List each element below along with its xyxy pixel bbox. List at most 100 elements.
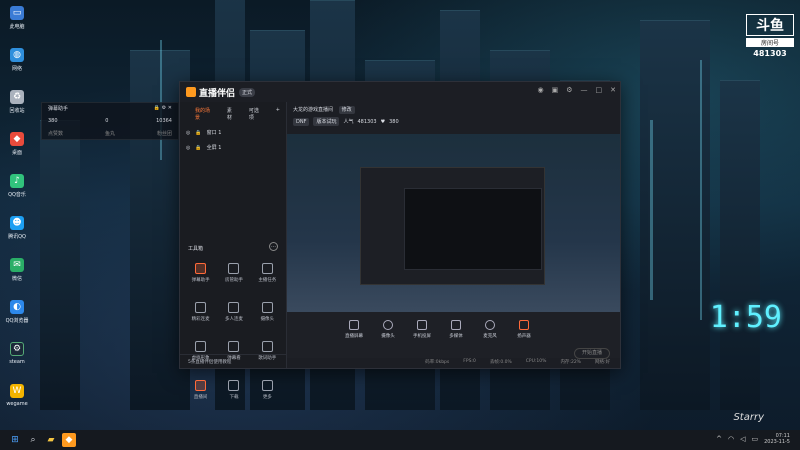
tool-camera[interactable]: 摄像头 xyxy=(251,299,284,333)
scene-item-window[interactable]: ◎ 🔒 窗口 1 xyxy=(180,125,286,140)
control-screen[interactable]: 直播屏幕 xyxy=(342,320,366,358)
control-camera[interactable]: 摄像头 xyxy=(376,320,400,358)
lock-icon[interactable]: 🔒 xyxy=(195,145,201,151)
desktop-icon-wegame[interactable]: W wegame xyxy=(4,382,30,420)
toolbox-title: 工具箱 xyxy=(188,246,204,252)
group-icon xyxy=(228,302,240,313)
desktop-icon-qqbrowser[interactable]: ◐ QQ浏览器 xyxy=(4,298,30,336)
tutorial-link[interactable]: 5条直播伴侣使用教程 xyxy=(180,354,286,368)
room-info: 大龙的游戏直播间 修改 DNF 版本试玩 人气 481303 ♥ 380 xyxy=(287,102,620,134)
media-icon xyxy=(451,320,461,330)
toolbox-grid: 弹幕助手 房管助手 主播任务 精彩连麦 多人连麦 摄像头 虚拟形象 弹幕看 歌词… xyxy=(184,260,284,411)
stat-fans: 10364 xyxy=(156,118,172,124)
computer-icon: ▭ xyxy=(10,6,24,20)
tab-options[interactable]: 可选项 xyxy=(249,107,264,121)
maximize-icon[interactable]: □ xyxy=(596,86,603,94)
room-icon xyxy=(195,380,207,391)
wifi-icon[interactable]: ◠ xyxy=(728,435,734,443)
category-tag[interactable]: DNF xyxy=(293,117,310,126)
avatar[interactable]: ◉ xyxy=(537,86,543,94)
desktop-icon-steam[interactable]: ⚙ steam xyxy=(4,340,30,378)
desktop-icon: ◆ xyxy=(10,132,24,146)
qq-browser-icon: ◐ xyxy=(10,300,24,314)
tool-download[interactable]: 下载 xyxy=(217,377,250,411)
room-title: 大龙的游戏直播间 xyxy=(293,107,334,113)
network-icon: ◍ xyxy=(10,48,24,62)
danmu-panel-controls[interactable]: 🔒 ⚙ ✕ xyxy=(154,105,172,111)
window-titlebar[interactable]: 直播伴侣 正式 ◉ ▣ ⚙ — □ ✕ xyxy=(180,82,620,102)
app-logo: 直播伴侣 xyxy=(186,86,235,99)
camera-icon xyxy=(383,320,393,330)
close-icon[interactable]: ✕ xyxy=(610,86,616,94)
tab-scenes[interactable]: 我的场景 xyxy=(195,107,215,121)
nested-preview-window xyxy=(360,167,545,285)
live-companion-taskbar-icon[interactable]: ◆ xyxy=(62,433,76,447)
tool-multi-link[interactable]: 多人连麦 xyxy=(217,299,250,333)
eye-icon[interactable]: ◎ xyxy=(186,145,190,151)
eye-icon[interactable]: ◎ xyxy=(186,130,190,136)
danmu-assistant-panel[interactable]: 弹幕助手 🔒 ⚙ ✕ 380 0 10364 点赞数 鱼丸 粉丝团 xyxy=(41,102,179,140)
speaker-icon xyxy=(519,320,529,330)
label-yuwan: 鱼丸 xyxy=(104,131,115,137)
wechat-icon: ✉ xyxy=(10,258,24,272)
volume-icon[interactable]: ◁ xyxy=(740,435,745,443)
lock-icon[interactable]: 🔒 xyxy=(195,130,201,136)
file-explorer-icon[interactable]: ▰ xyxy=(44,433,58,447)
battery-icon[interactable]: ▭ xyxy=(751,435,758,443)
control-media[interactable]: 多媒体 xyxy=(444,320,468,358)
tool-tasks[interactable]: 主播任务 xyxy=(251,260,284,294)
gift-icon[interactable]: ▣ xyxy=(552,86,559,94)
control-phone-cast[interactable]: 手机投屏 xyxy=(410,320,434,358)
edit-title-button[interactable]: 修改 xyxy=(338,106,355,114)
phone-cast-icon xyxy=(417,320,427,330)
desktop-icon-network[interactable]: ◍ 网络 xyxy=(4,46,30,84)
taskbar-clock[interactable]: 07:11 2023-11-5 xyxy=(764,433,790,445)
control-speaker[interactable]: 扬声器 xyxy=(512,320,536,358)
tab-assets[interactable]: 素材 xyxy=(227,107,237,121)
tool-room[interactable]: 直播间 xyxy=(184,377,217,411)
more-icon[interactable]: … xyxy=(269,242,278,251)
settings-icon[interactable]: ⚙ xyxy=(566,86,572,94)
add-scene-icon[interactable]: + xyxy=(276,107,280,121)
camera-icon xyxy=(261,302,273,313)
microphone-icon xyxy=(485,320,495,330)
tool-more[interactable]: 更多 xyxy=(251,377,284,411)
desktop-icon-wechat[interactable]: ✉ 微信 xyxy=(4,256,30,294)
calendar-icon xyxy=(228,341,240,352)
desktop-icon-computer[interactable]: ▭ 此电脑 xyxy=(4,4,30,42)
desktop-icon-qqmusic[interactable]: ♪ QQ音乐 xyxy=(4,172,30,210)
search-icon[interactable]: ⌕ xyxy=(26,433,40,447)
wegame-icon: W xyxy=(10,384,24,398)
right-panel: 大龙的游戏直播间 修改 DNF 版本试玩 人气 481303 ♥ 380 直播屏… xyxy=(287,102,620,368)
download-icon xyxy=(228,380,240,391)
status-bar: 码率:0kbps FPS:0 丢帧:0.0% CPU:10% 内存:22% 网络… xyxy=(425,359,610,365)
desktop-icons: ▭ 此电脑 ◍ 网络 ♻ 回收站 ◆ 桌面 ♪ QQ音乐 ☻ 腾讯QQ ✉ 微信… xyxy=(4,4,30,424)
tool-room-manager[interactable]: 房管助手 xyxy=(217,260,250,294)
desktop-icon-qq[interactable]: ☻ 腾讯QQ xyxy=(4,214,30,252)
steam-icon: ⚙ xyxy=(10,342,24,356)
screen-share-icon xyxy=(349,320,359,330)
window-controls: ◉ ▣ ⚙ — □ ✕ xyxy=(537,86,616,94)
stream-preview[interactable] xyxy=(287,134,620,312)
minimize-icon[interactable]: — xyxy=(581,86,588,94)
fans-value: 380 xyxy=(389,118,399,125)
douyu-logo: 斗鱼 xyxy=(746,14,794,36)
live-companion-window[interactable]: 直播伴侣 正式 ◉ ▣ ⚙ — □ ✕ 我的场景 素材 可选项 + ◎ 🔒 窗口… xyxy=(179,81,621,400)
control-microphone[interactable]: 麦克风 xyxy=(478,320,502,358)
windows-start-icon[interactable]: ⊞ xyxy=(8,433,22,447)
room-label: 房间号 xyxy=(746,38,794,47)
douyu-room-badge: 斗鱼 房间号 481303 xyxy=(746,14,794,58)
source-controls: 直播屏幕 摄像头 手机投屏 多媒体 麦克风 扬声器 xyxy=(287,312,620,358)
popularity-value: 481303 xyxy=(357,118,377,125)
tool-danmu-assistant[interactable]: 弹幕助手 xyxy=(184,260,217,294)
scene-item-fullscreen[interactable]: ◎ 🔒 全屏 1 xyxy=(180,140,286,155)
desktop-icon-recycle[interactable]: ♻ 回收站 xyxy=(4,88,30,126)
subcategory-tag[interactable]: 版本试玩 xyxy=(313,117,340,126)
desktop-icon-desktop[interactable]: ◆ 桌面 xyxy=(4,130,30,168)
app-logo-icon xyxy=(186,87,196,97)
system-tray: ^ ◠ ◁ ▭ 07:11 2023-11-5 xyxy=(716,433,790,445)
chevron-up-icon[interactable]: ^ xyxy=(716,435,722,443)
tool-link-mic[interactable]: 精彩连麦 xyxy=(184,299,217,333)
home-icon xyxy=(261,380,273,391)
version-badge[interactable]: 正式 xyxy=(239,87,256,97)
